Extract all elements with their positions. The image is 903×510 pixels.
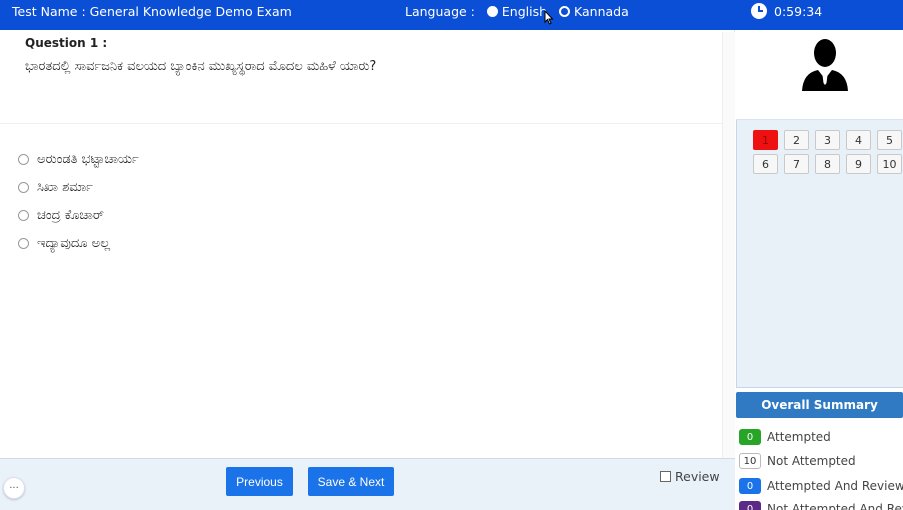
attempted-review-count: 0 [739, 478, 761, 494]
option-3-radio[interactable] [18, 209, 29, 221]
legend-attempted: 0 Attempted [739, 429, 831, 445]
not-attempted-count: 10 [739, 453, 761, 469]
palette-question-10[interactable]: 10 [877, 154, 902, 174]
not-attempted-review-count: 0 [739, 501, 761, 510]
palette-question-1[interactable]: 1 [753, 130, 778, 150]
review-label: Review [675, 469, 720, 484]
palette-question-6[interactable]: 6 [753, 154, 778, 174]
legend-not-attempted-review: 0 Not Attempted And Review [739, 501, 903, 510]
chat-icon[interactable]: ··· [3, 477, 25, 499]
attempted-count: 0 [739, 429, 761, 445]
overall-summary-header: Overall Summary [736, 392, 903, 418]
options-list: ಅರುಂಡತಿ ಭಟ್ಟಾಚಾರ್ಯ ಸಿಖಾ ಶರ್ಮಾ ಚಂದ್ರ ಕೊಚಾ… [18, 145, 139, 257]
review-box[interactable] [660, 471, 671, 482]
test-name: Test Name : General Knowledge Demo Exam [12, 4, 292, 19]
attempted-review-label: Attempted And Review [767, 479, 903, 493]
option-2-label: ಸಿಖಾ ಶರ್ಮಾ [37, 179, 93, 195]
language-option-english[interactable]: English [486, 4, 548, 19]
option-3-label: ಚಂದ್ರ ಕೊಚಾರ್ [37, 207, 104, 223]
review-checkbox[interactable]: Review [660, 469, 720, 484]
attempted-label: Attempted [767, 430, 831, 444]
bottom-bar: ··· Previous Save & Next Review [0, 458, 735, 510]
top-bar: Test Name : General Knowledge Demo Exam … [0, 0, 903, 30]
english-radio[interactable] [486, 6, 498, 17]
option-1-label: ಅರುಂಡತಿ ಭಟ್ಟಾಚಾರ್ಯ [37, 151, 139, 167]
timer: 0:59:34 [751, 3, 822, 19]
option-3[interactable]: ಚಂದ್ರ ಕೊಚಾರ್ [18, 201, 139, 229]
question-header: Question 1 : ಭಾರತದಲ್ಲಿ ಸಾರ್ವಜನಿಕ ವಲಯದ ಬ್… [0, 32, 722, 124]
question-text: ಭಾರತದಲ್ಲಿ ಸಾರ್ವಜನಿಕ ವಲಯದ ಬ್ಯಾಂಕಿನ ಮುಖ್ಯಸ… [25, 59, 377, 74]
question-panel: Question 1 : ಭಾರತದಲ್ಲಿ ಸಾರ್ವಜನಿಕ ವಲಯದ ಬ್… [0, 30, 735, 458]
kannada-label: Kannada [574, 4, 629, 19]
save-next-button[interactable]: Save & Next [308, 467, 394, 496]
palette-question-4[interactable]: 4 [846, 130, 871, 150]
english-label: English [501, 4, 548, 19]
option-2-radio[interactable] [18, 181, 29, 193]
question-scrollbar[interactable] [722, 32, 735, 458]
previous-button[interactable]: Previous [226, 467, 293, 496]
right-panel: 1 2 3 4 5 6 7 8 9 10 Overall Summary 0 A… [736, 30, 903, 510]
option-4-label: ಇದ್ಯಾವುದೂ ಅಲ್ಲ [37, 235, 111, 251]
legend-not-attempted: 10 Not Attempted [739, 453, 856, 469]
question-number: Question 1 : [25, 36, 108, 50]
not-attempted-label: Not Attempted [767, 454, 856, 468]
option-2[interactable]: ಸಿಖಾ ಶರ್ಮಾ [18, 173, 139, 201]
language-option-kannada[interactable]: Kannada [559, 4, 629, 19]
option-4[interactable]: ಇದ್ಯಾವುದೂ ಅಲ್ಲ [18, 229, 139, 257]
language-label: Language : [405, 4, 475, 19]
palette-question-7[interactable]: 7 [784, 154, 809, 174]
legend-attempted-review: 0 Attempted And Review [739, 478, 903, 494]
user-avatar-icon [802, 39, 848, 91]
kannada-radio[interactable] [559, 6, 571, 17]
palette-question-2[interactable]: 2 [784, 130, 809, 150]
palette-question-5[interactable]: 5 [877, 130, 902, 150]
question-palette: 1 2 3 4 5 6 7 8 9 10 [736, 120, 903, 388]
palette-question-3[interactable]: 3 [815, 130, 840, 150]
profile-area [736, 30, 903, 120]
palette-question-8[interactable]: 8 [815, 154, 840, 174]
clock-icon [751, 3, 767, 19]
option-1[interactable]: ಅರುಂಡತಿ ಭಟ್ಟಾಚಾರ್ಯ [18, 145, 139, 173]
palette-question-9[interactable]: 9 [846, 154, 871, 174]
language-selector: Language : English Kannada [405, 4, 629, 19]
timer-value: 0:59:34 [774, 3, 823, 19]
option-4-radio[interactable] [18, 237, 29, 249]
mouse-cursor-icon [544, 10, 554, 25]
option-1-radio[interactable] [18, 153, 29, 165]
not-attempted-review-label: Not Attempted And Review [767, 502, 903, 510]
